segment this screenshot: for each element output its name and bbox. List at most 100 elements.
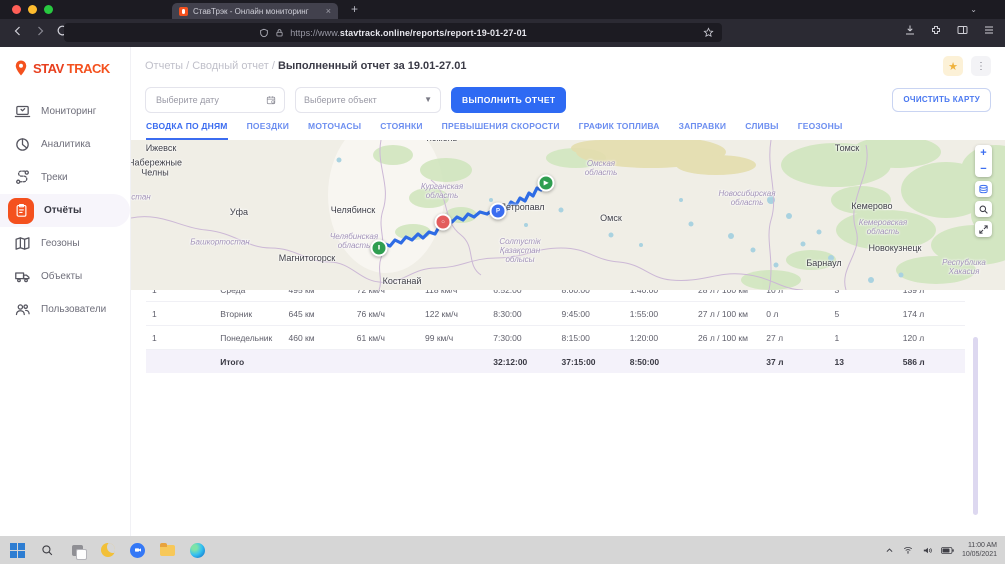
tab-сводка-по-дням[interactable]: СВОДКА ПО ДНЯМ [146, 114, 228, 140]
sidebar-item-analytics[interactable]: Аналитика [0, 128, 130, 161]
table-cell: 586 л [897, 350, 965, 374]
taskbar-clock[interactable]: 11:00 AM 10/05/2021 [962, 541, 997, 559]
zoom-out-button[interactable]: − [975, 161, 992, 177]
sidebar-item-tracks[interactable]: Треки [0, 161, 130, 194]
sidebar: STAV TRACK Мониторинг Аналитика Треки От… [0, 47, 131, 536]
volume-icon[interactable] [922, 545, 933, 556]
table-cell: 27 л / 100 км [692, 302, 760, 326]
users-icon [14, 301, 31, 318]
sidebar-item-objects[interactable]: Объекты [0, 260, 130, 293]
tab-превышения-скорости[interactable]: ПРЕВЫШЕНИЯ СКОРОСТИ [442, 114, 560, 140]
table-cell: 8:15:00 [556, 326, 624, 350]
table-cell: Вторник [214, 302, 282, 326]
sidebar-item-label: Пользователи [41, 304, 106, 315]
favorite-star-button[interactable]: ★ [943, 56, 963, 76]
reports-icon [8, 198, 34, 224]
table-cell [283, 350, 351, 374]
tab-сливы[interactable]: СЛИВЫ [745, 114, 778, 140]
table-cell: 26 л / 100 км [692, 326, 760, 350]
window-close-button[interactable] [12, 5, 21, 14]
browser-tab[interactable]: СтавТрэк - Онлайн мониторинг × [172, 3, 338, 19]
tab-поездки[interactable]: ПОЕЗДКИ [247, 114, 289, 140]
layers-button[interactable] [975, 181, 992, 197]
marker-finish[interactable]: ▶ [538, 175, 555, 192]
marker-parking[interactable]: P [490, 203, 507, 220]
marker-pause[interactable]: ‖ [371, 240, 388, 257]
window-controls [12, 5, 53, 14]
tray-chevron-up-icon[interactable] [885, 546, 894, 555]
kebab-menu-button[interactable]: ⋮ [971, 56, 991, 76]
table-row[interactable]: 1Понедельник460 км61 км/ч99 км/ч7:30:008… [146, 326, 965, 350]
table-cell: 460 км [283, 326, 351, 350]
table-cell: 0 л [760, 302, 828, 326]
sidebar-item-label: Отчёты [44, 205, 81, 216]
breadcrumb-item: Выполненный отчет за 19.01-27.01 [278, 60, 467, 72]
taskbar-search-icon[interactable] [39, 542, 56, 559]
sidebar-item-label: Объекты [41, 271, 82, 282]
table-cell: 9:45:00 [556, 302, 624, 326]
map[interactable]: ИжевскНабережные ЧелныТюменьУфаЧелябинск… [131, 140, 1005, 290]
date-input[interactable] [154, 94, 260, 106]
marker-stop[interactable]: ○ [435, 214, 452, 231]
table-cell: Понедельник [214, 326, 282, 350]
fullscreen-button[interactable] [975, 221, 992, 237]
table-cell: 27 л [760, 326, 828, 350]
moon-app-icon[interactable] [99, 542, 116, 559]
forward-button[interactable] [34, 25, 46, 37]
downloads-icon[interactable] [904, 24, 916, 36]
windows-taskbar: 11:00 AM 10/05/2021 [0, 536, 1005, 564]
breadcrumb-item[interactable]: Отчеты [145, 60, 183, 72]
clear-map-button[interactable]: ОЧИСТИТЬ КАРТУ [892, 88, 991, 112]
new-tab-button[interactable]: + [351, 2, 358, 16]
scrollbar-thumb[interactable] [973, 337, 978, 515]
back-button[interactable] [12, 25, 24, 37]
sidebar-toggle-icon[interactable] [956, 24, 969, 36]
tab-стоянки[interactable]: СТОЯНКИ [380, 114, 422, 140]
table-total-row[interactable]: Итого32:12:0037:15:008:50:0037 л13586 л [146, 350, 965, 374]
table-row[interactable]: 1Вторник645 км76 км/ч122 км/ч8:30:009:45… [146, 302, 965, 326]
bookmark-star-icon[interactable] [703, 27, 714, 38]
file-explorer-icon[interactable] [159, 542, 176, 559]
map-controls: +− [975, 145, 992, 237]
sidebar-item-users[interactable]: Пользователи [0, 293, 130, 326]
tab-заправки[interactable]: ЗАПРАВКИ [679, 114, 727, 140]
task-view-icon[interactable] [69, 542, 86, 559]
date-field[interactable] [145, 87, 285, 113]
wifi-icon[interactable] [902, 545, 914, 555]
menu-hamburger-icon[interactable] [983, 24, 995, 36]
sidebar-item-geozones[interactable]: Геозоны [0, 227, 130, 260]
tab-геозоны[interactable]: ГЕОЗОНЫ [798, 114, 843, 140]
fullscreen-icon [978, 224, 989, 235]
tab-list-chevron-icon[interactable]: ⌄ [970, 5, 977, 14]
calendar-icon [266, 94, 276, 106]
window-minimize-button[interactable] [28, 5, 37, 14]
sidebar-item-monitor[interactable]: Мониторинг [0, 95, 130, 128]
windows-start-icon[interactable] [9, 542, 26, 559]
chat-icon[interactable] [129, 542, 146, 559]
table-cell [146, 350, 214, 374]
brand-pin-icon [12, 59, 30, 77]
sidebar-item-label: Геозоны [41, 238, 80, 249]
tab-график-топлива[interactable]: ГРАФИК ТОПЛИВА [579, 114, 660, 140]
marker-stop-glyph: ○ [441, 219, 445, 225]
extensions-icon[interactable] [930, 24, 942, 36]
tab-strip: СтавТрэк - Онлайн мониторинг × + ⌄ [0, 0, 1005, 19]
battery-icon[interactable] [941, 546, 954, 555]
run-report-button[interactable]: ВЫПОЛНИТЬ ОТЧЕТ [451, 87, 566, 113]
sidebar-nav: Мониторинг Аналитика Треки Отчёты Геозон… [0, 95, 130, 326]
search-button[interactable] [975, 201, 992, 217]
brand-logo[interactable]: STAV TRACK [0, 47, 130, 87]
url-bar[interactable]: https://www.stavtrack.online/reports/rep… [64, 23, 722, 42]
table-cell: 7:30:00 [487, 326, 555, 350]
tab-моточасы[interactable]: МОТОЧАСЫ [308, 114, 361, 140]
breadcrumb-item[interactable]: Сводный отчет [192, 60, 269, 72]
object-select[interactable]: Выберите объект ▼ [295, 87, 441, 113]
edge-browser-icon[interactable] [189, 542, 206, 559]
tab-close-icon[interactable]: × [326, 7, 331, 16]
table-cell: 8:50:00 [624, 350, 692, 374]
table-cell: 61 км/ч [351, 326, 419, 350]
zoom-in-button[interactable]: + [975, 145, 992, 161]
window-zoom-button[interactable] [44, 5, 53, 14]
sidebar-item-reports[interactable]: Отчёты [0, 194, 130, 227]
report-tabs: СВОДКА ПО ДНЯМ ПОЕЗДКИ МОТОЧАСЫ СТОЯНКИ ПРЕВ… [131, 114, 1005, 140]
